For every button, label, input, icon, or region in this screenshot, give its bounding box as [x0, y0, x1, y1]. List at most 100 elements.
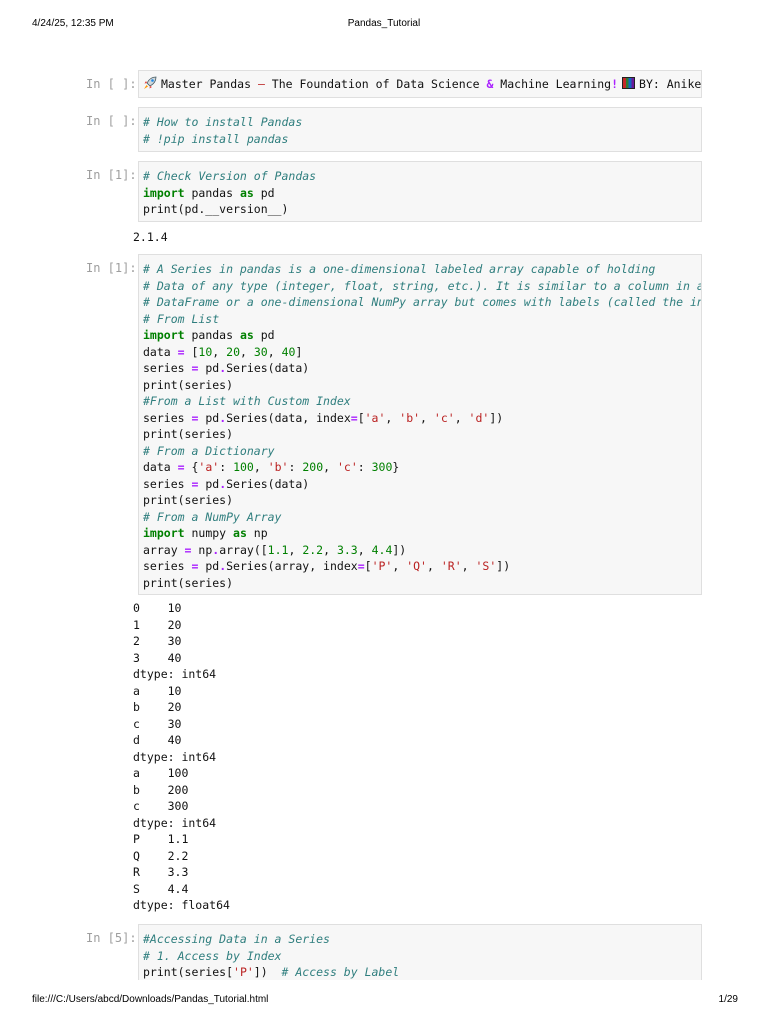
code-number: 30 [253, 344, 268, 359]
output-line: dtype: float64 [133, 898, 230, 912]
code-cell-series[interactable]: # A Series in pandas is a one-dimensiona… [138, 254, 702, 595]
code-text: print(series[ [143, 965, 234, 979]
code-line: # From a Dictionary [143, 443, 697, 460]
code-cell-accessing[interactable]: #Accessing Data in a Series # 1. Access b… [138, 924, 702, 980]
code-line: array = np.array([1.1, 2.2, 3.3, 4.4]) [143, 542, 697, 559]
code-comment: # DataFrame or a one-dimensional NumPy a… [143, 295, 702, 309]
code-line: series = pd.Series(data) [143, 476, 697, 493]
code-comment: # A Series in pandas is a one-dimensiona… [143, 262, 656, 276]
code-content: # A Series in pandas is a one-dimensiona… [143, 261, 701, 592]
code-line: # From a NumPy Array [143, 509, 697, 526]
code-comment: # From List [143, 311, 220, 326]
cell-prompt: In [5]: [86, 931, 137, 945]
code-line: import pandas as pd [143, 327, 697, 344]
cell-output: 0 10 1 20 2 30 3 40 dtype: int64 a 10 b 20 c 30… [133, 600, 230, 914]
code-content: Master Pandas – The Foundation of Data S… [143, 76, 701, 93]
code-text: Series(data, index [226, 410, 351, 425]
code-text: BY: Aniket [639, 77, 702, 91]
code-text: pd [198, 476, 220, 491]
code-string: 'b' [399, 410, 421, 425]
output-line: S 4.4 [133, 881, 189, 896]
code-line: print(series) [143, 426, 697, 443]
code-line: data = [10, 20, 30, 40] [143, 344, 697, 361]
code-keyword: as [233, 526, 247, 540]
code-string: 'R' [440, 559, 462, 573]
code-line: series = pd.Series(array, index=['P', 'Q… [143, 558, 697, 575]
code-string: 'c' [433, 410, 455, 425]
code-string: 'P' [233, 965, 254, 979]
code-text: numpy [184, 526, 234, 540]
code-text: , [454, 410, 469, 425]
code-text: data [143, 344, 178, 359]
code-cell-title[interactable]: Master Pandas – The Foundation of Data S… [138, 70, 702, 98]
output-line: 3 40 [133, 650, 182, 665]
output-line: b 200 [133, 782, 189, 797]
code-number: 200 [302, 460, 324, 474]
code-line: # A Series in pandas is a one-dimensiona… [143, 261, 697, 278]
code-cell-install[interactable]: # How to install Pandas # !pip install pa… [138, 107, 702, 152]
code-comment: # !pip install pandas [143, 131, 289, 146]
code-string: 'Q' [406, 559, 427, 573]
code-text: np [246, 526, 268, 540]
code-text: Series(data) [226, 476, 310, 491]
code-number: 2.2 [302, 542, 324, 557]
code-comment: #Accessing Data in a Series [143, 932, 330, 946]
code-operator: ! [611, 77, 619, 91]
code-number: 20 [226, 344, 240, 359]
code-text: } [392, 460, 400, 474]
code-text: , [288, 542, 303, 557]
code-content: #Accessing Data in a Series # 1. Access b… [143, 931, 697, 980]
code-comment: # 1. Access by Index [143, 948, 282, 963]
bar-chart-icon [622, 77, 636, 89]
output-line: 2.1.4 [133, 230, 168, 244]
code-string: 'a' [364, 410, 386, 425]
code-cell-version[interactable]: # Check Version of Pandas import pandas a… [138, 161, 702, 222]
code-text: , [267, 344, 282, 359]
code-text: pd [253, 185, 275, 200]
code-number: 1.1 [267, 542, 289, 557]
code-text: , [323, 460, 337, 474]
code-text: : [288, 460, 303, 474]
code-text: ]) [496, 559, 511, 573]
cell-output: 2.1.4 [133, 229, 168, 246]
cell-prompt: In [1]: [86, 168, 137, 182]
code-text: ]) [489, 410, 504, 425]
cell-prompt: In [ ]: [86, 114, 137, 128]
code-line: import numpy as np [143, 525, 697, 542]
rocket-icon [143, 76, 157, 90]
code-number: 300 [371, 460, 393, 474]
cell-prompt: In [ ]: [86, 77, 137, 91]
code-text: , [357, 542, 372, 557]
output-line: a 10 [133, 683, 182, 698]
code-string: 'a' [198, 460, 220, 474]
code-line: #Accessing Data in a Series [143, 931, 697, 948]
code-text: print(series) [143, 493, 234, 507]
code-text: Series(data) [226, 361, 310, 375]
code-text: Series(array, index [226, 559, 358, 573]
code-line: # DataFrame or a one-dimensional NumPy a… [143, 294, 701, 311]
code-text: [ [184, 344, 199, 359]
output-line: b 20 [133, 700, 182, 714]
code-line: print(series) [143, 575, 697, 592]
code-number: 40 [281, 344, 296, 359]
code-text: , [426, 559, 441, 573]
code-text: , [420, 410, 434, 425]
code-operator: = [177, 460, 185, 474]
code-text: array [143, 542, 185, 557]
code-text: Master Pandas [161, 77, 258, 91]
code-line: # How to install Pandas [143, 114, 697, 131]
code-text: [ [357, 410, 365, 425]
code-line: series = pd.Series(data, index=['a', 'b'… [143, 410, 697, 427]
code-keyword: as [239, 328, 254, 342]
code-keyword: as [239, 185, 254, 200]
output-line: 0 10 [133, 601, 182, 615]
code-line: print(series['P']) # Access by Label [143, 964, 697, 980]
code-text: , [461, 559, 476, 573]
code-line: Master Pandas – The Foundation of Data S… [143, 76, 701, 93]
code-operator: = [357, 559, 365, 573]
code-text: data [143, 460, 178, 474]
code-line: # Check Version of Pandas [143, 168, 697, 185]
code-number: 100 [233, 460, 254, 474]
code-text: : [357, 460, 372, 474]
code-number: 3.3 [336, 542, 358, 557]
